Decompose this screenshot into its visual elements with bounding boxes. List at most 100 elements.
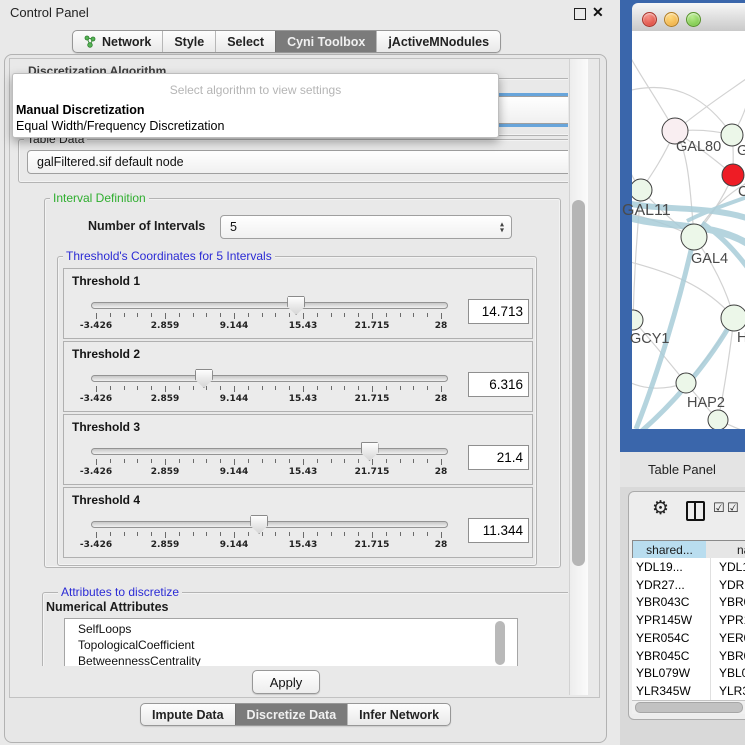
numerical-attributes-label: Numerical Attributes [46,600,168,614]
slider-tick [165,386,166,392]
slider-tick [206,386,207,390]
slider-tick [110,313,111,317]
slider-tick [386,459,387,463]
network-icon [84,35,97,48]
popup-option-equal-width[interactable]: Equal Width/Frequency Discretization [16,119,224,133]
close-traffic-light-icon[interactable] [642,12,657,27]
node-gal11[interactable] [632,179,652,201]
zoom-traffic-light-icon[interactable] [686,12,701,27]
slider-thumb[interactable] [250,515,268,534]
threshold-value-field[interactable]: 21.4 [468,445,529,470]
horizontal-scrollbar-thumb[interactable] [635,702,743,713]
slider-tick-label: 21.715 [349,467,395,477]
cyni-mode-tabs: Impute Data Discretize Data Infer Networ… [140,703,451,726]
node-gal4[interactable] [681,224,707,250]
slider-track[interactable] [91,375,448,382]
checkbox-icon[interactable]: ☑ [727,501,739,516]
tab-style[interactable]: Style [162,31,215,52]
slider-tick [317,313,318,317]
slider-track[interactable] [91,448,448,455]
slider-tick [427,386,428,390]
table-cell[interactable]: YBL079W [632,664,710,682]
slider-tick [344,313,345,317]
tab-network[interactable]: Network [73,31,162,52]
table-row[interactable]: YPR145WYPR1 [632,611,745,629]
table-cell[interactable]: YBR0 [710,647,745,665]
slider-tick [331,459,332,463]
table-cell[interactable]: YER0 [710,629,745,647]
slider-tick [303,313,304,319]
table-cell[interactable]: YDL1 [710,558,745,576]
slider-thumb[interactable] [195,369,213,388]
table-cell[interactable]: YDR2 [710,576,745,594]
node-selected-red[interactable] [722,164,744,186]
table-row[interactable]: YLR345WYLR3 [632,682,745,700]
tab-jactivemnodules[interactable]: jActiveMNodules [376,31,500,52]
num-intervals-combobox[interactable]: 5 ▴▾ [220,215,512,239]
slider-tick [124,459,125,463]
tab-cyni-toolbox[interactable]: Cyni Toolbox [275,31,376,52]
table-cell[interactable]: YBR0 [710,593,745,611]
slider-tick [303,386,304,392]
table-data-value: galFiltered.sif default node [37,155,184,169]
attribute-list-item[interactable]: BetweennessCentrality [78,654,201,668]
node-bottom-partial[interactable] [708,410,728,429]
column-layout-icon[interactable] [686,501,705,521]
gear-icon[interactable]: ⚙ [652,497,669,519]
threshold-value-field[interactable]: 11.344 [468,518,529,543]
table-row[interactable]: YER054CYER0 [632,629,745,647]
attribute-list-item[interactable]: TopologicalCoefficient [78,638,195,652]
close-icon[interactable]: ✕ [592,4,604,21]
slider-tick [289,459,290,463]
network-canvas[interactable] [632,31,745,429]
table-row[interactable]: YBL079WYBL0 [632,664,745,682]
tab-impute-data[interactable]: Impute Data [141,704,235,725]
slider-tick-label: 28 [418,540,464,550]
table-cell[interactable]: YBR043C [632,593,710,611]
table-cell[interactable]: YDR27... [632,576,710,594]
node-hap2[interactable] [676,373,696,393]
slider-track[interactable] [91,302,448,309]
checkbox-icon[interactable]: ☑ [713,501,725,516]
table-panel-title: Table Panel [648,462,716,477]
apply-button[interactable]: Apply [252,670,320,694]
table-row[interactable]: YBR045CYBR0 [632,647,745,665]
table-cell[interactable]: YLR345W [632,682,710,700]
float-window-icon[interactable] [574,8,586,20]
network-window-titlebar[interactable] [632,3,745,32]
node-gcy1[interactable] [632,310,643,330]
table-row[interactable]: YDL19...YDL1 [632,558,745,576]
tab-infer-network[interactable]: Infer Network [347,704,450,725]
attribute-list-item[interactable]: SelfLoops [78,622,131,636]
threshold-value-field[interactable]: 14.713 [468,299,529,324]
list-scrollbar-thumb[interactable] [495,621,505,665]
slider-tick-label: -3.426 [73,467,119,477]
node-partial-low-right[interactable] [721,305,745,331]
slider-tick [110,459,111,463]
slider-tick [234,386,235,392]
slider-thumb[interactable] [361,442,379,461]
minimize-traffic-light-icon[interactable] [664,12,679,27]
table-cell[interactable]: YER054C [632,629,710,647]
popup-option-manual[interactable]: Manual Discretization [16,103,145,117]
slider-tick-label: -3.426 [73,394,119,404]
vertical-scrollbar-thumb[interactable] [572,200,585,566]
slider-tick-label: -3.426 [73,540,119,550]
table-row[interactable]: YBR043CYBR0 [632,593,745,611]
tab-discretize-data[interactable]: Discretize Data [235,704,348,725]
tab-select[interactable]: Select [215,31,275,52]
table-cell[interactable]: YDL19... [632,558,710,576]
table-cell[interactable]: YPR145W [632,611,710,629]
column-header-shared-name[interactable]: shared... [632,540,707,559]
slider-tick [386,313,387,317]
table-cell[interactable]: YBR045C [632,647,710,665]
table-cell[interactable]: YLR3 [710,682,745,700]
table-data-combobox[interactable]: galFiltered.sif default node ▴▾ [27,150,584,174]
table-row[interactable]: YDR27...YDR2 [632,576,745,594]
table-cell[interactable]: YPR1 [710,611,745,629]
slider-tick [262,313,263,317]
threshold-value-field[interactable]: 6.316 [468,372,529,397]
column-header-name[interactable]: na [706,540,745,559]
table-cell[interactable]: YBL0 [710,664,745,682]
slider-track[interactable] [91,521,448,528]
